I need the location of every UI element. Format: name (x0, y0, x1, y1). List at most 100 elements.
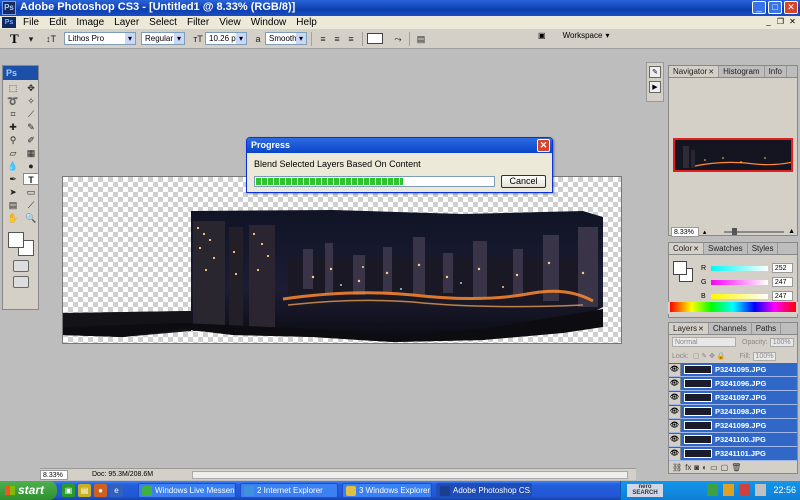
tab-paths[interactable]: Paths (752, 323, 782, 334)
zoom-out-icon[interactable]: ▴ (703, 228, 707, 236)
color-foreground-swatch[interactable] (673, 261, 687, 275)
workspace-menu[interactable]: ▣ Workspace ▾ (538, 31, 609, 40)
layer-row[interactable]: 👁 P3241097.JPG (669, 391, 797, 405)
link-layers-icon[interactable]: ⛓ (672, 463, 682, 472)
move-tool-icon[interactable]: ✥ (23, 82, 39, 94)
taskbar-photoshop[interactable]: Adobe Photoshop CS... (436, 483, 532, 498)
layer-row[interactable]: 👁 P3241098.JPG (669, 405, 797, 419)
adjustment-layer-icon[interactable]: ◐ (702, 463, 707, 472)
tray-antivirus-icon[interactable] (739, 484, 750, 496)
font-style-select[interactable]: Regular (141, 32, 185, 45)
brushes-panel-icon[interactable]: ✎ (649, 66, 661, 78)
document-canvas[interactable] (62, 176, 622, 344)
brush-tool-icon[interactable]: ✎ (23, 121, 39, 133)
fill-field[interactable]: 100% (752, 351, 777, 361)
menu-help[interactable]: Help (291, 17, 322, 28)
photoshop-logo[interactable]: Ps (3, 66, 38, 80)
menu-image[interactable]: Image (71, 17, 109, 28)
eye-icon[interactable]: 👁 (669, 433, 681, 446)
menu-edit[interactable]: Edit (44, 17, 71, 28)
path-select-tool-icon[interactable]: ➤ (5, 186, 21, 198)
start-button[interactable]: start (0, 481, 57, 500)
tab-navigator[interactable]: Navigator✕ (669, 66, 720, 77)
text-color-swatch[interactable] (367, 33, 383, 44)
menu-layer[interactable]: Layer (109, 17, 144, 28)
minimize-icon[interactable]: _ (752, 1, 766, 14)
lock-icons[interactable]: ▢ ✎ ✥ 🔒 (693, 352, 726, 360)
eye-icon[interactable]: 👁 (669, 363, 681, 376)
maximize-icon[interactable]: □ (768, 1, 782, 14)
slice-tool-icon[interactable]: ⟋ (23, 108, 39, 120)
eraser-tool-icon[interactable]: ▱ (5, 147, 21, 159)
tab-color[interactable]: Color✕ (669, 243, 704, 254)
document-app-icon[interactable]: Ps (2, 17, 16, 28)
tab-channels[interactable]: Channels (709, 323, 752, 334)
zoom-tool-icon[interactable]: 🔍 (23, 212, 39, 224)
crop-tool-icon[interactable]: ⌗ (5, 108, 21, 120)
quick-launch-folder-icon[interactable]: ▤ (78, 484, 91, 497)
new-group-icon[interactable]: ▭ (710, 463, 718, 472)
tab-histogram[interactable]: Histogram (719, 66, 765, 77)
layer-row[interactable]: 👁 P3241099.JPG (669, 419, 797, 433)
dodge-tool-icon[interactable]: ● (23, 160, 39, 172)
menu-window[interactable]: Window (246, 17, 292, 28)
taskbar-internet-explorer[interactable]: 2 Internet Explorer (240, 483, 338, 498)
lasso-tool-icon[interactable]: ➰ (5, 95, 21, 107)
navigator-zoom-slider[interactable] (724, 227, 785, 235)
eye-icon[interactable]: 👁 (669, 391, 681, 404)
layer-mask-icon[interactable]: ◙ (694, 463, 699, 472)
menu-view[interactable]: View (214, 17, 246, 28)
history-brush-tool-icon[interactable]: ✐ (23, 134, 39, 146)
text-orientation-icon[interactable]: ↕T (44, 33, 58, 45)
type-tool-icon[interactable]: T (10, 31, 24, 46)
tray-volume-icon[interactable] (755, 484, 766, 496)
align-right-icon[interactable]: ≡ (344, 33, 358, 45)
font-family-select[interactable]: Lithos Pro (64, 32, 136, 45)
screen-mode-icon[interactable] (12, 276, 29, 288)
eye-icon[interactable]: 👁 (669, 377, 681, 390)
doc-restore-icon[interactable]: ❐ (775, 16, 786, 27)
photoshop-app-icon[interactable]: Ps (2, 1, 16, 15)
navigator-thumbnail[interactable] (673, 138, 793, 172)
tab-info[interactable]: Info (765, 66, 787, 77)
taskbar-messenger[interactable]: Windows Live Messen... (138, 483, 236, 498)
shape-tool-icon[interactable]: ▭ (23, 186, 39, 198)
blur-tool-icon[interactable]: 💧 (5, 160, 21, 172)
layer-row[interactable]: 👁 P3241101.JPG (669, 447, 797, 461)
tab-swatches[interactable]: Swatches (704, 243, 748, 254)
notes-tool-icon[interactable]: ▤ (5, 199, 21, 211)
tray-security-icon[interactable] (723, 484, 734, 496)
layer-row[interactable]: 👁 P3241100.JPG (669, 433, 797, 447)
character-panel-icon[interactable]: ▤ (414, 33, 428, 45)
dialog-close-icon[interactable]: ✕ (537, 139, 550, 152)
magic-wand-tool-icon[interactable]: ✧ (23, 95, 39, 107)
close-icon[interactable]: ✕ (784, 1, 798, 14)
gradient-tool-icon[interactable]: ▦ (23, 147, 39, 159)
warp-text-icon[interactable]: ⤳ (391, 33, 405, 45)
taskbar-windows-explorer[interactable]: 3 Windows Explorer (342, 483, 432, 498)
color-spectrum[interactable] (670, 302, 796, 312)
eyedropper-tool-icon[interactable]: ⟋ (23, 199, 39, 211)
quick-launch-browser-icon[interactable]: e (110, 484, 123, 497)
quick-mask-icon[interactable] (12, 260, 29, 272)
blue-value[interactable]: 247 (771, 291, 793, 301)
green-value[interactable]: 247 (771, 277, 793, 287)
menu-select[interactable]: Select (144, 17, 182, 28)
menu-file[interactable]: File (18, 17, 44, 28)
antialias-select[interactable]: Smooth (265, 32, 307, 45)
cancel-button[interactable]: Cancel (501, 175, 546, 188)
tray-network-icon[interactable] (707, 484, 718, 496)
nero-search-widget[interactable]: nero SEARCH (627, 484, 663, 497)
layer-row[interactable]: 👁 P3241095.JPG (669, 363, 797, 377)
new-layer-icon[interactable]: ▢ (721, 463, 729, 472)
eye-icon[interactable]: 👁 (669, 419, 681, 432)
blue-slider[interactable] (710, 293, 768, 299)
foreground-color-swatch[interactable] (8, 232, 24, 248)
blend-mode-select[interactable]: Normal (672, 337, 736, 347)
zoom-field[interactable]: 8.33% (40, 469, 68, 480)
type-tool-icon[interactable]: T (23, 173, 39, 185)
eye-icon[interactable]: 👁 (669, 405, 681, 418)
pen-tool-icon[interactable]: ✒ (5, 173, 21, 185)
horizontal-scrollbar[interactable] (192, 471, 628, 479)
clone-stamp-tool-icon[interactable]: ⚲ (5, 134, 21, 146)
